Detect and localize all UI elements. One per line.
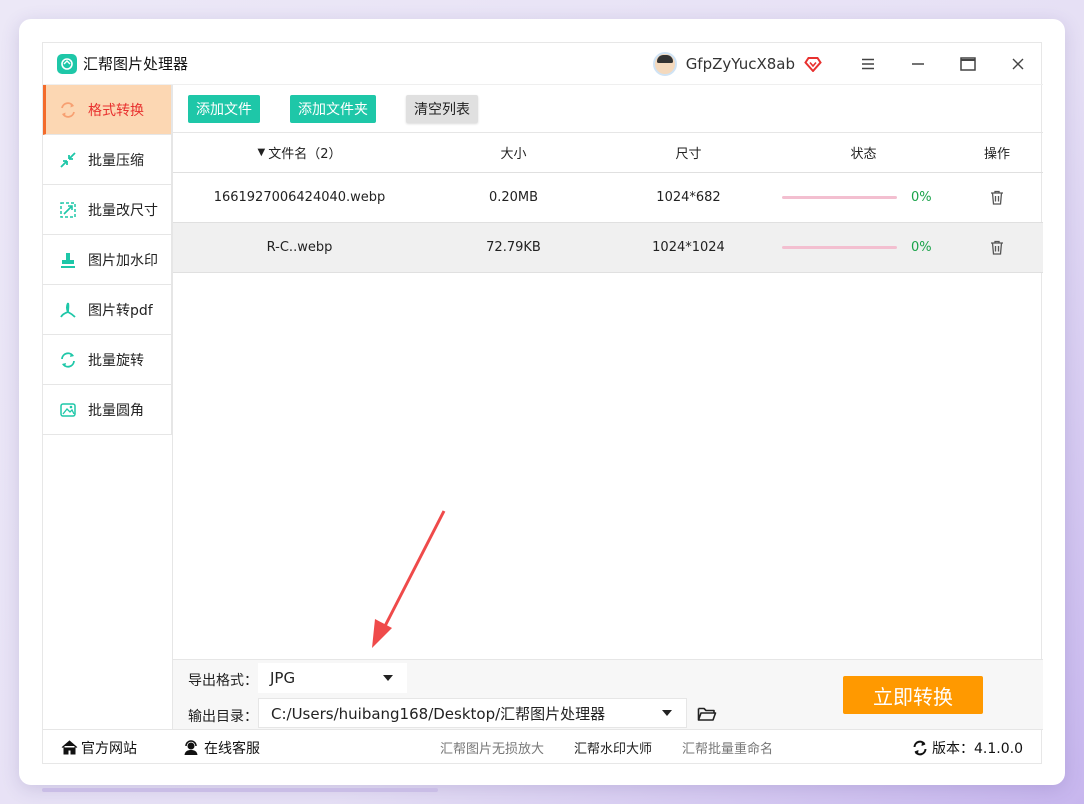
clear-list-button[interactable]: 清空列表	[406, 94, 478, 123]
watermark-icon	[59, 251, 77, 269]
close-button[interactable]	[993, 43, 1043, 85]
sidebar-item-batch-rotate[interactable]: 批量旋转	[43, 335, 172, 385]
footer: 官方网站 在线客服 汇帮图片无损放大 汇帮水印大师 汇帮批量重命名 版本：4.1…	[43, 729, 1043, 765]
refresh-icon	[912, 740, 928, 756]
format-select[interactable]: JPG	[258, 663, 407, 693]
resize-icon	[59, 201, 77, 219]
file-size: 0.20MB	[488, 190, 539, 205]
home-icon	[61, 740, 78, 755]
column-header-status: 状态	[850, 147, 877, 162]
column-header-action: 操作	[983, 147, 1010, 162]
convert-icon	[59, 101, 77, 119]
progress-status: 0%	[776, 240, 951, 255]
maximize-button[interactable]	[943, 43, 993, 85]
user-avatar[interactable]	[652, 52, 677, 76]
sidebar-item-label: 格式转换	[88, 102, 144, 119]
sidebar-item-batch-round-corner[interactable]: 批量圆角	[43, 385, 172, 435]
lossless-enlarge-link[interactable]: 汇帮图片无损放大	[440, 738, 544, 757]
file-dimension: 1024*1024	[652, 240, 725, 255]
table-row[interactable]: R-C..webp 72.79KB 1024*1024 0%	[173, 223, 1043, 273]
compress-icon	[59, 151, 77, 169]
output-dir-select[interactable]: C:/Users/huibang168/Desktop/汇帮图片处理器	[258, 698, 687, 728]
column-header-size: 大小	[500, 147, 527, 162]
sidebar-item-watermark[interactable]: 图片加水印	[43, 235, 172, 285]
sidebar-item-to-pdf[interactable]: 图片转pdf	[43, 285, 172, 335]
sidebar-item-batch-resize[interactable]: 批量改尺寸	[43, 185, 172, 235]
file-dimension: 1024*682	[656, 190, 721, 205]
sidebar-item-label: 批量圆角	[88, 402, 144, 419]
delete-icon[interactable]	[951, 190, 1043, 205]
sidebar-item-label: 批量压缩	[88, 152, 144, 169]
sidebar-item-label: 批量改尺寸	[88, 202, 158, 219]
convert-now-button[interactable]: 立即转换	[843, 676, 983, 714]
sidebar-item-format-convert[interactable]: 格式转换	[43, 85, 172, 135]
online-support-link[interactable]: 在线客服	[183, 738, 260, 758]
add-folder-button[interactable]: 添加文件夹	[290, 94, 376, 123]
watermark-master-link[interactable]: 汇帮水印大师	[574, 738, 652, 757]
column-header-name[interactable]: ▼ 文件名（2）	[173, 143, 426, 162]
sidebar-item-label: 批量旋转	[88, 352, 144, 369]
app-title: 汇帮图片处理器	[83, 55, 189, 73]
table-row[interactable]: 1661927006424040.webp 0.20MB 1024*682 0%	[173, 173, 1043, 223]
folder-open-icon[interactable]	[695, 704, 719, 724]
sidebar-item-batch-compress[interactable]: 批量压缩	[43, 135, 172, 185]
chevron-down-icon	[383, 675, 393, 681]
minimize-button[interactable]	[893, 43, 943, 85]
username[interactable]: GfpZyYucX8ab	[686, 55, 795, 73]
progress-status: 0%	[776, 190, 951, 205]
official-website-link[interactable]: 官方网站	[61, 738, 137, 758]
progress-bar	[782, 196, 897, 199]
add-file-button[interactable]: 添加文件	[188, 94, 260, 123]
file-name: 1661927006424040.webp	[213, 190, 386, 205]
sidebar-item-label: 图片转pdf	[88, 302, 153, 319]
chevron-down-icon	[662, 710, 672, 716]
main-window: 汇帮图片处理器 GfpZyYucX8ab 格式转换 批量压缩 批量改尺寸 图片加…	[42, 42, 1043, 765]
sort-down-icon: ▼	[257, 147, 266, 158]
round-corner-icon	[59, 401, 77, 419]
support-icon	[183, 739, 199, 756]
file-name: R-C..webp	[266, 240, 333, 255]
rotate-icon	[59, 351, 77, 369]
vip-icon[interactable]	[803, 54, 823, 74]
delete-icon[interactable]	[951, 240, 1043, 255]
version-info[interactable]: 版本：4.1.0.0	[912, 738, 1023, 758]
horizontal-scrollbar[interactable]	[42, 788, 438, 792]
menu-icon[interactable]	[843, 43, 893, 85]
file-size: 72.79KB	[486, 240, 541, 255]
app-logo-icon	[57, 53, 77, 74]
sidebar-item-label: 图片加水印	[88, 252, 158, 269]
progress-percent: 0%	[911, 190, 932, 205]
format-label: 导出格式：	[188, 673, 258, 689]
output-settings-panel: 导出格式： JPG 输出目录： C:/Users/huibang168/Desk…	[173, 659, 1043, 729]
progress-percent: 0%	[911, 240, 932, 255]
batch-rename-link[interactable]: 汇帮批量重命名	[682, 738, 773, 757]
toolbar: 添加文件 添加文件夹 清空列表	[173, 85, 1043, 133]
column-header-dimension: 尺寸	[675, 147, 702, 162]
progress-bar	[782, 246, 897, 249]
title-bar: 汇帮图片处理器 GfpZyYucX8ab	[43, 43, 1043, 85]
sidebar: 格式转换 批量压缩 批量改尺寸 图片加水印 图片转pdf 批量旋转 批量圆角	[43, 85, 172, 435]
output-dir-label: 输出目录：	[188, 709, 258, 725]
pdf-icon	[59, 301, 77, 319]
table-header: ▼ 文件名（2） 大小 尺寸 状态 操作	[173, 133, 1043, 173]
